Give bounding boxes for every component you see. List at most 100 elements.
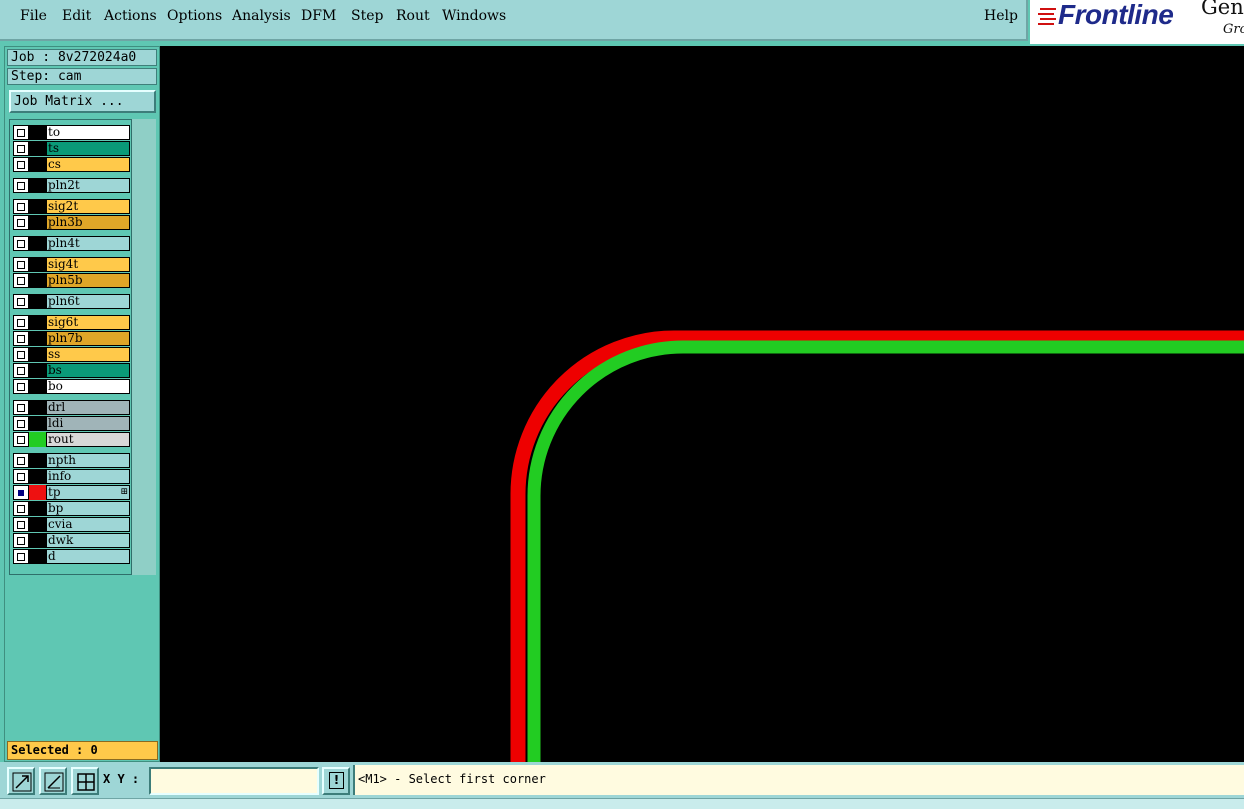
layer-checkbox[interactable] — [13, 125, 29, 140]
layer-color-swatch[interactable] — [29, 315, 46, 330]
layer-name-label[interactable]: pln5b — [46, 273, 130, 288]
layer-color-swatch[interactable] — [29, 331, 46, 346]
layer-checkbox[interactable] — [13, 199, 29, 214]
layer-checkbox[interactable] — [13, 453, 29, 468]
layer-row-pln2t[interactable]: pln2t — [12, 178, 131, 194]
layer-checkbox[interactable] — [13, 416, 29, 431]
layer-color-swatch[interactable] — [29, 469, 46, 484]
layer-row-tp[interactable]: tp ⊞ — [12, 485, 131, 501]
menu-step[interactable]: Step — [351, 8, 383, 24]
layer-checkbox[interactable] — [13, 347, 29, 362]
layer-row-bo[interactable]: bo — [12, 379, 131, 395]
layer-color-swatch[interactable] — [29, 178, 46, 193]
layer-row-dwk[interactable]: dwk — [12, 533, 131, 549]
layer-color-swatch[interactable] — [29, 157, 46, 172]
layer-name-label[interactable]: pln7b — [46, 331, 130, 346]
layer-color-swatch[interactable] — [29, 363, 46, 378]
layer-name-label[interactable]: pln2t — [46, 178, 130, 193]
layer-checkbox[interactable] — [13, 432, 29, 447]
menu-rout[interactable]: Rout — [396, 8, 430, 24]
xy-coordinate-input[interactable] — [149, 767, 319, 795]
layer-row-sig2t[interactable]: sig2t — [12, 199, 131, 215]
layer-color-swatch[interactable] — [29, 416, 46, 431]
layer-checkbox[interactable] — [13, 157, 29, 172]
layer-name-label[interactable]: sig6t — [46, 315, 130, 330]
layer-color-swatch[interactable] — [29, 432, 46, 447]
layer-row-pln6t[interactable]: pln6t — [12, 294, 131, 310]
layer-checkbox[interactable] — [13, 294, 29, 309]
layer-color-swatch[interactable] — [29, 549, 46, 564]
layer-name-label[interactable]: ts — [46, 141, 130, 156]
layer-name-label[interactable]: sig2t — [46, 199, 130, 214]
graphics-canvas[interactable] — [160, 46, 1244, 762]
layer-checkbox[interactable] — [13, 141, 29, 156]
layer-checkbox[interactable] — [13, 549, 29, 564]
layer-color-swatch[interactable] — [29, 379, 46, 394]
layer-row-npth[interactable]: npth — [12, 453, 131, 469]
layer-name-label[interactable]: bs — [46, 363, 130, 378]
layer-checkbox[interactable] — [13, 400, 29, 415]
layer-row-sig6t[interactable]: sig6t — [12, 315, 131, 331]
layer-name-label[interactable]: info — [46, 469, 130, 484]
layer-color-swatch[interactable] — [29, 485, 46, 500]
layer-name-label[interactable]: ldi — [46, 416, 130, 431]
layer-row-pln4t[interactable]: pln4t — [12, 236, 131, 252]
job-matrix-button[interactable]: Job Matrix ... — [9, 90, 156, 113]
layer-color-swatch[interactable] — [29, 273, 46, 288]
layer-row-ldi[interactable]: ldi — [12, 416, 131, 432]
layer-color-swatch[interactable] — [29, 294, 46, 309]
layer-checkbox[interactable] — [13, 257, 29, 272]
layer-row-rout[interactable]: rout — [12, 432, 131, 448]
layer-name-label[interactable]: bp — [46, 501, 130, 516]
menu-actions[interactable]: Actions — [104, 8, 157, 24]
zoom-window-button[interactable] — [7, 767, 35, 795]
layer-name-label[interactable]: cs — [46, 157, 130, 172]
layer-checkbox[interactable] — [13, 533, 29, 548]
layer-checkbox[interactable] — [13, 517, 29, 532]
layer-row-sig4t[interactable]: sig4t — [12, 257, 131, 273]
measure-button[interactable] — [39, 767, 67, 795]
layer-row-info[interactable]: info — [12, 469, 131, 485]
layer-color-swatch[interactable] — [29, 199, 46, 214]
layer-row-drl[interactable]: drl — [12, 400, 131, 416]
layer-name-label[interactable]: to — [46, 125, 130, 140]
layer-checkbox[interactable] — [13, 379, 29, 394]
layer-name-label[interactable]: npth — [46, 453, 130, 468]
layer-checkbox[interactable] — [13, 178, 29, 193]
layer-name-label[interactable]: ss — [46, 347, 130, 362]
exclamation-button[interactable]: ! — [322, 767, 350, 795]
layer-color-swatch[interactable] — [29, 517, 46, 532]
grid-snap-button[interactable] — [71, 767, 99, 795]
layer-name-label[interactable]: pln3b — [46, 215, 130, 230]
layer-name-label[interactable]: d — [46, 549, 130, 564]
layer-row-to[interactable]: to — [12, 125, 131, 141]
layer-color-swatch[interactable] — [29, 501, 46, 516]
menu-windows[interactable]: Windows — [442, 8, 506, 24]
layer-panel-scroll-area[interactable] — [132, 119, 156, 575]
layer-row-ts[interactable]: ts — [12, 141, 131, 157]
layer-name-label[interactable]: pln6t — [46, 294, 130, 309]
layer-name-label[interactable]: dwk — [46, 533, 130, 548]
layer-name-label[interactable]: cvia — [46, 517, 130, 532]
layer-checkbox[interactable] — [13, 485, 29, 500]
layer-checkbox[interactable] — [13, 273, 29, 288]
layer-checkbox[interactable] — [13, 215, 29, 230]
menu-help[interactable]: Help — [984, 8, 1018, 24]
menu-analysis[interactable]: Analysis — [232, 8, 291, 24]
menu-options[interactable]: Options — [167, 8, 222, 24]
layer-color-swatch[interactable] — [29, 141, 46, 156]
layer-name-label[interactable]: sig4t — [46, 257, 130, 272]
menu-edit[interactable]: Edit — [62, 8, 91, 24]
layer-color-swatch[interactable] — [29, 453, 46, 468]
layer-row-bs[interactable]: bs — [12, 363, 131, 379]
layer-checkbox[interactable] — [13, 236, 29, 251]
layer-color-swatch[interactable] — [29, 236, 46, 251]
layer-color-swatch[interactable] — [29, 347, 46, 362]
menu-dfm[interactable]: DFM — [301, 8, 336, 24]
menu-file[interactable]: File — [20, 8, 47, 24]
layer-row-cvia[interactable]: cvia — [12, 517, 131, 533]
layer-color-swatch[interactable] — [29, 125, 46, 140]
layer-color-swatch[interactable] — [29, 400, 46, 415]
layer-checkbox[interactable] — [13, 315, 29, 330]
layer-row-pln7b[interactable]: pln7b — [12, 331, 131, 347]
